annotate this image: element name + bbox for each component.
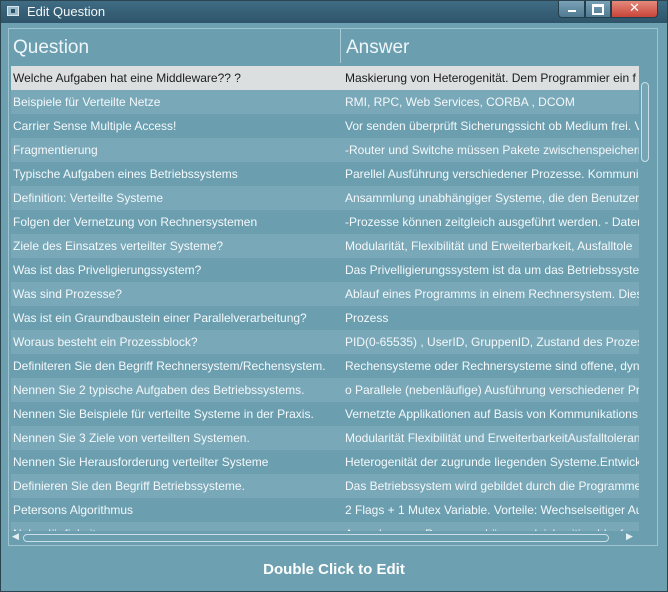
vertical-scrollbar[interactable] bbox=[639, 66, 651, 531]
horizontal-scroll-thumb[interactable] bbox=[23, 534, 609, 542]
question-cell[interactable]: Fragmentierung bbox=[13, 138, 341, 162]
close-icon: ✕ bbox=[629, 1, 640, 16]
grid-rows: Welche Aufgaben hat eine Middleware?? ? M… bbox=[11, 66, 639, 531]
question-cell[interactable]: Nennen Sie Herausforderung verteilter Sy… bbox=[13, 450, 341, 474]
answer-cell[interactable]: Ausgaben von Prozessen können gleichzeit… bbox=[345, 522, 639, 531]
question-cell[interactable]: Woraus besteht ein Prozessblock? bbox=[13, 330, 341, 354]
double-click-hint: Double Click to Edit bbox=[263, 561, 405, 578]
table-row[interactable]: Nebenläufigkeit Ausgaben von Prozessen kö… bbox=[11, 522, 639, 531]
table-row[interactable]: Was sind Prozesse? Ablauf eines Programms… bbox=[11, 282, 639, 306]
answer-cell[interactable]: Rechensysteme oder Rechnersysteme sind o… bbox=[345, 354, 639, 378]
question-cell[interactable]: Ziele des Einsatzes verteilter Systeme? bbox=[13, 234, 341, 258]
maximize-button[interactable] bbox=[585, 1, 611, 18]
scroll-left-icon[interactable]: ◀ bbox=[12, 532, 19, 542]
minimize-icon bbox=[567, 10, 576, 12]
answer-cell[interactable]: -Prozesse können zeitgleich ausgeführt w… bbox=[345, 210, 639, 234]
table-row[interactable]: Folgen der Vernetzung von Rechnersysteme… bbox=[11, 210, 639, 234]
answer-cell[interactable]: Parellel Ausführung verschiedener Prozes… bbox=[345, 162, 639, 186]
question-cell[interactable]: Definiteren Sie den Begriff Rechnersyste… bbox=[13, 354, 341, 378]
question-cell[interactable]: Petersons Algorithmus bbox=[13, 498, 341, 522]
title-bar[interactable]: Edit Question ✕ bbox=[1, 1, 667, 23]
table-row[interactable]: Definition: Verteilte Systeme Ansammlung … bbox=[11, 186, 639, 210]
table-row[interactable]: Nennen Sie 3 Ziele von verteilten System… bbox=[11, 426, 639, 450]
answer-cell[interactable]: Das Privelligierungssystem ist da um das… bbox=[345, 258, 639, 282]
answer-cell[interactable]: Vor senden überprüft Sicherungssicht ob … bbox=[345, 114, 639, 138]
question-cell[interactable]: Welche Aufgaben hat eine Middleware?? ? bbox=[13, 66, 341, 90]
app-window-icon bbox=[7, 6, 19, 16]
table-row[interactable]: Carrier Sense Multiple Access! Vor senden… bbox=[11, 114, 639, 138]
table-row[interactable]: Was ist das Priveligierungssystem? Das Pr… bbox=[11, 258, 639, 282]
question-cell[interactable]: Definition: Verteilte Systeme bbox=[13, 186, 341, 210]
table-row[interactable]: Definieren Sie den Begriff Betriebssyste… bbox=[11, 474, 639, 498]
table-row[interactable]: Fragmentierung -Router und Switche müssen… bbox=[11, 138, 639, 162]
question-cell[interactable]: Was sind Prozesse? bbox=[13, 282, 341, 306]
answer-cell[interactable]: o Parallele (nebenläufige) Ausführung ve… bbox=[345, 378, 639, 402]
maximize-icon bbox=[592, 4, 604, 15]
question-cell[interactable]: Was ist das Priveligierungssystem? bbox=[13, 258, 341, 282]
answer-cell[interactable]: Heterogenität der zugrunde liegenden Sys… bbox=[345, 450, 639, 474]
question-cell[interactable]: Carrier Sense Multiple Access! bbox=[13, 114, 341, 138]
table-row[interactable]: Typische Aufgaben eines Betriebssystems P… bbox=[11, 162, 639, 186]
question-cell[interactable]: Nebenläufigkeit bbox=[13, 522, 341, 531]
minimize-button[interactable] bbox=[558, 1, 585, 18]
answer-cell[interactable]: Modularität, Flexibilität und Erweiterba… bbox=[345, 234, 639, 258]
table-row[interactable]: Petersons Algorithmus 2 Flags + 1 Mutex V… bbox=[11, 498, 639, 522]
scroll-right-icon[interactable]: ▶ bbox=[626, 532, 633, 542]
table-row[interactable]: Was ist ein Graundbaustein einer Paralle… bbox=[11, 306, 639, 330]
question-cell[interactable]: Folgen der Vernetzung von Rechnersysteme… bbox=[13, 210, 341, 234]
table-row[interactable]: Nennen Sie 2 typische Aufgaben des Betri… bbox=[11, 378, 639, 402]
question-cell[interactable]: Nennen Sie 3 Ziele von verteilten System… bbox=[13, 426, 341, 450]
vertical-scroll-thumb[interactable] bbox=[641, 82, 649, 162]
window-title: Edit Question bbox=[27, 4, 106, 19]
table-row[interactable]: Nennen Sie Beispiele für verteilte Syste… bbox=[11, 402, 639, 426]
answer-cell[interactable]: PID(0-65535) , UserID, GruppenID, Zustan… bbox=[345, 330, 639, 354]
answer-cell[interactable]: Ablauf eines Programms in einem Rechners… bbox=[345, 282, 639, 306]
question-cell[interactable]: Nennen Sie 2 typische Aufgaben des Betri… bbox=[13, 378, 341, 402]
question-cell[interactable]: Beispiele für Verteilte Netze bbox=[13, 90, 341, 114]
table-row[interactable]: Welche Aufgaben hat eine Middleware?? ? M… bbox=[11, 66, 639, 90]
answer-cell[interactable]: Maskierung von Heterogenität. Dem Progra… bbox=[345, 66, 639, 90]
answer-cell[interactable]: 2 Flags + 1 Mutex Variable. Vorteile: We… bbox=[345, 498, 639, 522]
answer-cell[interactable]: Modularität Flexibilität und Erweiterbar… bbox=[345, 426, 639, 450]
table-row[interactable]: Woraus besteht ein Prozessblock? PID(0-65… bbox=[11, 330, 639, 354]
edit-question-window: Edit Question ✕ Question Answer Welche A… bbox=[0, 0, 668, 592]
question-cell[interactable]: Typische Aufgaben eines Betriebssystems bbox=[13, 162, 341, 186]
table-row[interactable]: Ziele des Einsatzes verteilter Systeme? … bbox=[11, 234, 639, 258]
column-header-answer[interactable]: Answer bbox=[342, 29, 654, 63]
answer-cell[interactable]: -Router und Switche müssen Pakete zwisch… bbox=[345, 138, 639, 162]
answer-cell[interactable]: Ansammlung unabhängiger Systeme, die den… bbox=[345, 186, 639, 210]
horizontal-scrollbar[interactable]: ◀ ▶ bbox=[9, 531, 639, 545]
table-row[interactable]: Beispiele für Verteilte Netze RMI, RPC, W… bbox=[11, 90, 639, 114]
close-button[interactable]: ✕ bbox=[611, 1, 658, 18]
answer-cell[interactable]: Vernetzte Applikationen auf Basis von Ko… bbox=[345, 402, 639, 426]
question-cell[interactable]: Definieren Sie den Begriff Betriebssyste… bbox=[13, 474, 341, 498]
table-row[interactable]: Definiteren Sie den Begriff Rechnersyste… bbox=[11, 354, 639, 378]
questions-grid[interactable]: Question Answer Welche Aufgaben hat eine… bbox=[8, 28, 658, 546]
question-cell[interactable]: Was ist ein Graundbaustein einer Paralle… bbox=[13, 306, 341, 330]
table-row[interactable]: Nennen Sie Herausforderung verteilter Sy… bbox=[11, 450, 639, 474]
grid-header: Question Answer bbox=[9, 29, 657, 65]
answer-cell[interactable]: Prozess bbox=[345, 306, 639, 330]
answer-cell[interactable]: Das Betriebssystem wird gebildet durch d… bbox=[345, 474, 639, 498]
answer-cell[interactable]: RMI, RPC, Web Services, CORBA , DCOM bbox=[345, 90, 639, 114]
question-cell[interactable]: Nennen Sie Beispiele für verteilte Syste… bbox=[13, 402, 341, 426]
column-header-question[interactable]: Question bbox=[9, 29, 341, 63]
